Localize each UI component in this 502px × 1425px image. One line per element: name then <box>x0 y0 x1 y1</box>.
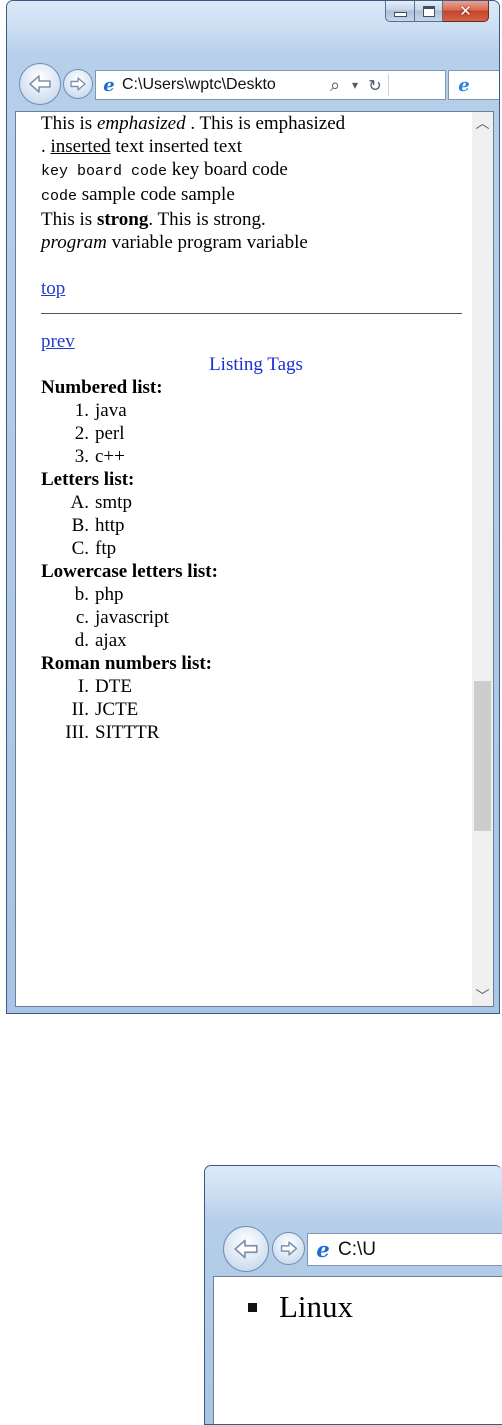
address-text: C:\Users\wptc\Deskto <box>122 76 276 93</box>
close-button[interactable]: ✕ <box>443 1 489 22</box>
list-item: B. http <box>71 515 125 536</box>
title-bar <box>205 1166 502 1222</box>
em-text: emphasized <box>96 113 186 134</box>
forward-arrow-icon <box>280 1241 297 1256</box>
forward-button[interactable] <box>63 69 93 99</box>
list-item: 3. c++ <box>74 446 125 467</box>
forward-button[interactable] <box>272 1232 305 1265</box>
scroll-up-icon[interactable]: ︿ <box>472 112 493 133</box>
list-item: b. php <box>74 584 124 605</box>
lowercase-list: b. php c. javascript d. ajax <box>41 583 471 652</box>
list-item: 1. java <box>74 400 127 421</box>
tab-partial[interactable]: e <box>448 70 499 100</box>
code-line: code sample code sample <box>41 184 235 205</box>
list-item: II. JCTE <box>71 699 139 720</box>
document: This is emphasized . This is emphasized … <box>41 112 471 744</box>
maximize-icon <box>422 5 435 17</box>
close-icon: ✕ <box>459 1 472 20</box>
search-icon[interactable]: ⌕ <box>322 75 348 96</box>
numbered-list: 1. java 2. perl 3. c++ <box>41 399 471 468</box>
section-title: Listing Tags <box>209 354 303 375</box>
scroll-down-icon[interactable]: ﹀ <box>472 985 493 1006</box>
inserted-line: . inserted text inserted text <box>41 136 243 157</box>
top-link[interactable]: top <box>41 278 65 299</box>
list-item: Linux <box>248 1289 353 1325</box>
strong-text: strong <box>96 209 149 230</box>
navigation-bar: e C:\U <box>205 1226 502 1274</box>
prev-link[interactable]: prev <box>41 331 75 352</box>
square-bullet-icon <box>248 1302 257 1312</box>
numbered-list-heading: Numbered list: <box>41 377 163 398</box>
ie-page-icon: e <box>316 1237 330 1262</box>
var-text: program <box>41 232 107 253</box>
navigation-bar: e C:\Users\wptc\Deskto ⌕ ▾ ↻ e <box>7 61 499 109</box>
ie-tab-icon: e <box>458 74 470 96</box>
lowercase-list-heading: Lowercase letters list: <box>41 561 218 582</box>
kbd-text: key board code <box>41 163 168 180</box>
kbd-line: key board code key board code <box>41 159 288 180</box>
back-arrow-icon <box>29 75 51 93</box>
list-item: I. DTE <box>77 676 132 697</box>
address-text: C:\U <box>338 1238 376 1260</box>
ie-page-icon: e <box>103 74 115 96</box>
back-button[interactable] <box>19 63 61 105</box>
list-item: C. ftp <box>71 538 117 559</box>
strong-line: This is strong. This is strong. <box>41 209 266 230</box>
refresh-icon[interactable]: ↻ <box>362 76 388 95</box>
list-item: 2. perl <box>74 423 125 444</box>
page-content: Linux <box>213 1276 502 1424</box>
vertical-scrollbar[interactable]: ︿ ﹀ <box>472 112 493 1006</box>
list-item: III. SITTTR <box>65 722 160 743</box>
forward-arrow-icon <box>70 77 86 91</box>
minimize-icon <box>393 11 407 17</box>
var-line: program variable program variable <box>41 232 308 253</box>
back-button[interactable] <box>223 1226 269 1272</box>
page-content: This is emphasized . This is emphasized … <box>15 111 494 1007</box>
maximize-button[interactable] <box>415 1 443 22</box>
emphasis-line: This is emphasized . This is emphasized <box>41 113 346 134</box>
code-text: code <box>41 188 78 205</box>
browser-window-secondary: e C:\U Linux <box>204 1165 502 1425</box>
browser-window-main: ✕ e C:\Users\wptc\Deskto ⌕ ▾ ↻ e This is… <box>6 0 500 1014</box>
back-arrow-icon <box>234 1239 258 1259</box>
list-item: A. smtp <box>70 492 132 513</box>
list-item: d. ajax <box>74 630 127 651</box>
address-dropdown[interactable]: ▾ <box>348 78 362 92</box>
list-item-text: Linux <box>279 1289 354 1324</box>
ins-text: inserted <box>50 136 111 157</box>
address-bar[interactable]: e C:\Users\wptc\Deskto ⌕ ▾ ↻ <box>95 70 446 100</box>
caption-buttons: ✕ <box>385 1 489 23</box>
scroll-thumb[interactable] <box>474 680 491 831</box>
list-item: c. javascript <box>75 607 169 628</box>
address-bar[interactable]: e C:\U <box>307 1233 502 1266</box>
minimize-button[interactable] <box>385 1 415 22</box>
letters-list-heading: Letters list: <box>41 469 135 490</box>
divider <box>41 313 462 314</box>
roman-list: I. DTE II. JCTE III. SITTTR <box>41 675 471 744</box>
roman-list-heading: Roman numbers list: <box>41 653 213 674</box>
letters-list: A. smtp B. http C. ftp <box>41 491 471 560</box>
